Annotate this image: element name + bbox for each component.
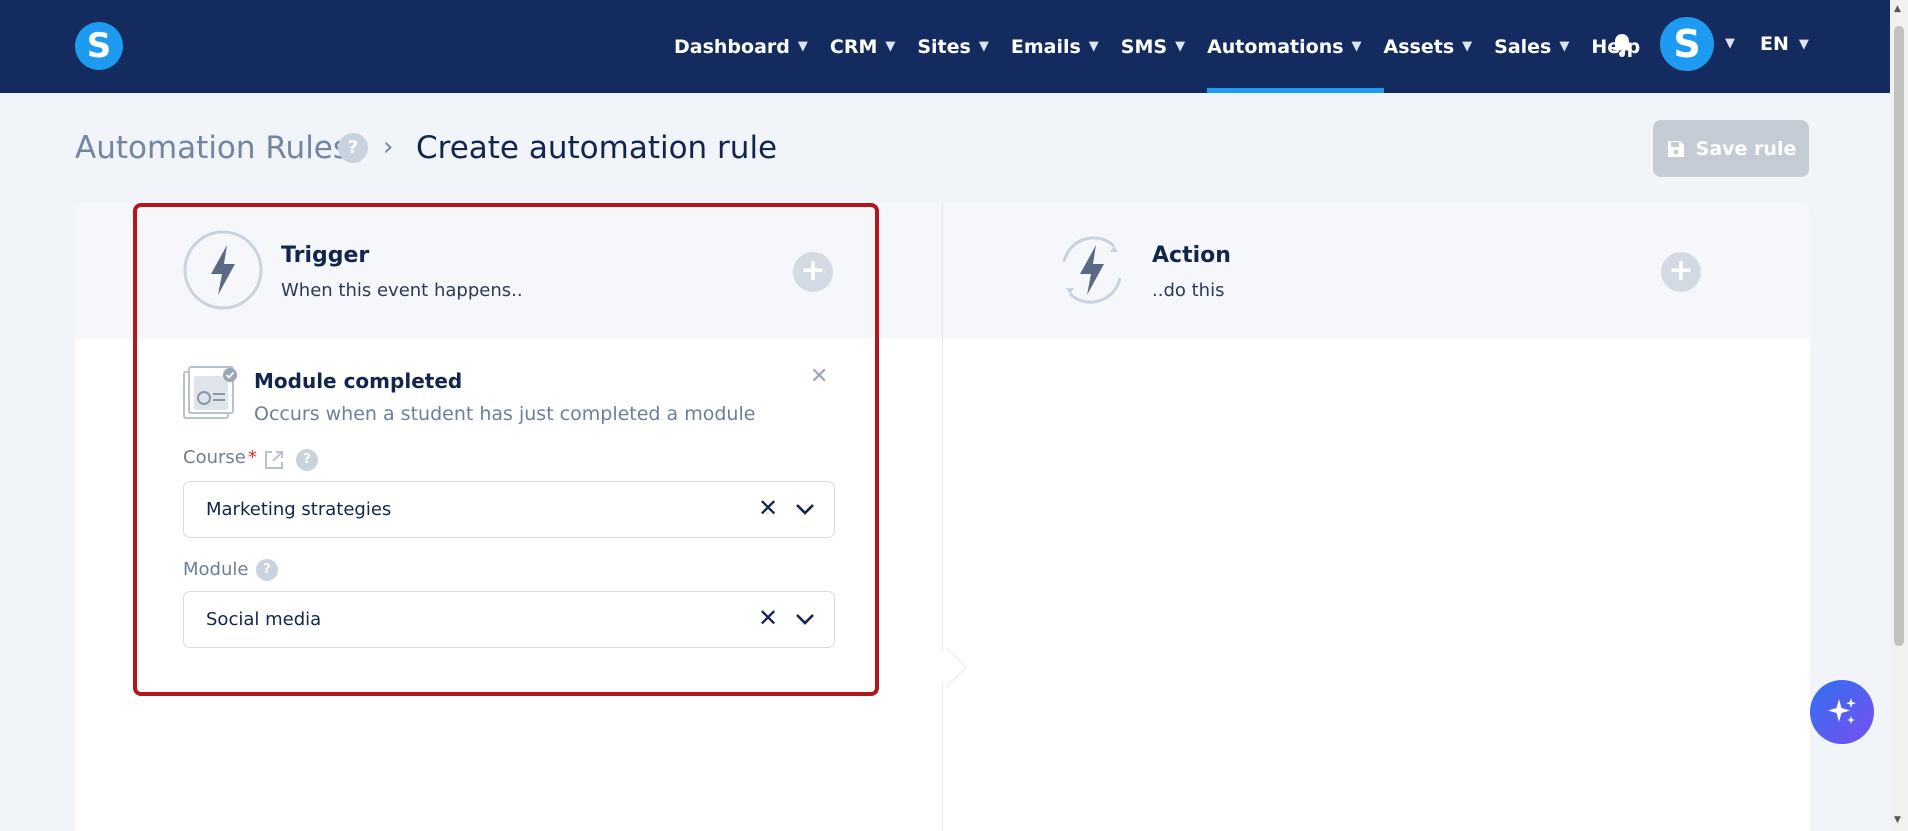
course-label-text: Course <box>183 447 246 468</box>
page-title: Create automation rule <box>416 130 778 166</box>
chevron-down-icon: ▼ <box>1798 36 1809 52</box>
chevron-down-icon[interactable] <box>794 608 816 630</box>
chevron-down-icon: ▼ <box>1088 39 1099 54</box>
scroll-thumb[interactable] <box>1894 26 1904 646</box>
breadcrumb-separator-icon: › <box>383 132 394 162</box>
course-select-value: Marketing strategies <box>206 499 392 520</box>
language-selector[interactable]: EN ▼ <box>1760 33 1809 55</box>
sparkle-icon <box>1828 698 1856 724</box>
remove-trigger-button[interactable]: ✕ <box>810 364 828 389</box>
add-trigger-button[interactable]: + <box>793 252 833 292</box>
course-field-label: Course * <box>183 447 257 468</box>
chevron-down-icon: ▼ <box>885 39 896 54</box>
module-select-value: Social media <box>206 609 322 630</box>
column-divider <box>942 203 943 831</box>
nav-item-crm[interactable]: CRM ▼ <box>830 0 895 93</box>
breadcrumb-automation-rules[interactable]: Automation Rules <box>75 130 349 166</box>
save-icon <box>1667 140 1684 157</box>
trigger-title: Trigger <box>281 243 370 268</box>
page-scrollbar[interactable]: ▲ ▼ <box>1890 0 1908 831</box>
module-field-label: Module <box>183 559 248 580</box>
module-completed-description: Occurs when a student has just completed… <box>254 403 756 425</box>
scroll-up-arrow[interactable]: ▲ <box>1894 4 1901 14</box>
nav-item-label: CRM <box>829 35 878 58</box>
ai-assistant-button[interactable] <box>1810 680 1874 744</box>
nav-item-label: SMS <box>1120 35 1168 58</box>
nav-item-label: Dashboard <box>674 35 790 58</box>
nav-item-automations[interactable]: Automations ▼ <box>1207 0 1385 93</box>
trigger-lightning-icon <box>183 230 263 310</box>
clear-module-icon[interactable]: ✕ <box>758 604 778 632</box>
chevron-down-icon: ▼ <box>978 39 989 54</box>
chevron-down-icon[interactable]: ▼ <box>1725 36 1735 51</box>
nav-item-sales[interactable]: Sales ▼ <box>1494 0 1569 93</box>
clear-course-icon[interactable]: ✕ <box>758 494 778 522</box>
course-help-icon[interactable]: ? <box>296 449 318 471</box>
save-rule-button[interactable]: Save rule <box>1653 120 1809 177</box>
nav-item-label: Assets <box>1383 35 1455 58</box>
module-completed-title: Module completed <box>254 369 463 393</box>
module-select[interactable]: Social media ✕ <box>183 591 835 648</box>
course-select[interactable]: Marketing strategies ✕ <box>183 481 835 538</box>
trigger-subtitle: When this event happens.. <box>281 280 523 301</box>
chevron-down-icon: ▼ <box>1351 39 1362 54</box>
chevron-down-icon: ▼ <box>1462 39 1473 54</box>
nav-item-sites[interactable]: Sites ▼ <box>917 0 988 93</box>
nav-item-dashboard[interactable]: Dashboard ▼ <box>674 0 808 93</box>
nav-item-assets[interactable]: Assets ▼ <box>1384 0 1473 93</box>
action-subtitle: ..do this <box>1152 280 1225 301</box>
module-help-icon[interactable]: ? <box>256 559 278 581</box>
nav-item-label: Sales <box>1494 35 1552 58</box>
chevron-down-icon[interactable] <box>794 498 816 520</box>
module-label-text: Module <box>183 559 249 580</box>
save-rule-label: Save rule <box>1695 137 1797 160</box>
bell-icon[interactable] <box>1610 32 1634 58</box>
chevron-down-icon: ▼ <box>1559 39 1570 54</box>
nav-item-sms[interactable]: SMS ▼ <box>1121 0 1185 93</box>
required-marker: * <box>247 447 257 468</box>
chevron-down-icon: ▼ <box>797 39 808 54</box>
module-completed-icon <box>183 366 237 419</box>
nav-item-label: Automations <box>1207 35 1344 58</box>
language-label: EN <box>1760 33 1789 55</box>
scroll-down-arrow[interactable]: ▼ <box>1894 815 1901 825</box>
chevron-down-icon: ▼ <box>1175 39 1186 54</box>
nav-menu: Dashboard ▼ CRM ▼ Sites ▼ Emails ▼ SMS ▼ Automatio… <box>674 0 1662 93</box>
user-avatar[interactable]: S <box>1660 17 1714 71</box>
nav-item-label: Sites <box>917 35 971 58</box>
help-icon[interactable]: ? <box>338 133 368 163</box>
top-navigation: S Dashboard ▼ CRM ▼ Sites ▼ Emails ▼ SMS ▼ Automat… <box>0 0 1890 93</box>
action-lightning-icon <box>1062 236 1122 304</box>
nav-item-label: Emails <box>1010 35 1081 58</box>
action-title: Action <box>1152 243 1231 268</box>
logo[interactable]: S <box>75 22 123 70</box>
add-action-button[interactable]: + <box>1661 252 1701 292</box>
flow-arrow <box>927 647 967 687</box>
external-link-icon[interactable] <box>263 449 285 471</box>
nav-item-emails[interactable]: Emails ▼ <box>1011 0 1099 93</box>
